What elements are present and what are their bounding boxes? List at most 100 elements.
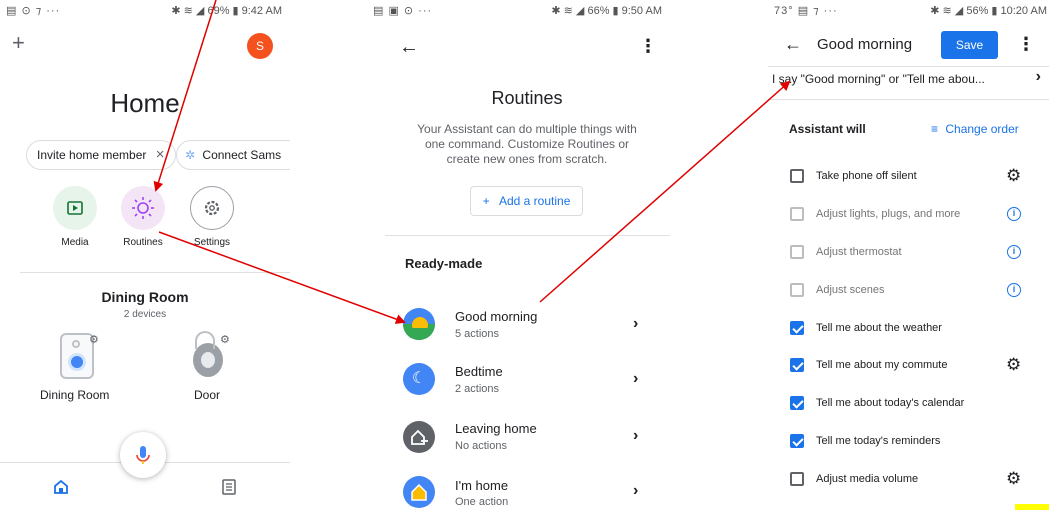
home-tab-icon[interactable] [52,478,70,501]
gear-icon: ⚙ [220,334,230,346]
checkbox[interactable] [790,358,804,372]
checkbox[interactable] [790,472,804,486]
routine-title: Good morning [455,309,538,324]
connect-samsung-chip[interactable]: ✲ Connect Sams [176,140,290,170]
gear-icon[interactable]: ⚙ [1006,167,1021,184]
status-left: ▤ ⊙ ⁊ ··· [6,5,61,17]
save-label: Save [955,38,984,52]
speaker-grill [68,353,86,371]
action-label: Tell me today's reminders [816,435,941,447]
checkbox[interactable] [790,169,804,183]
checkbox[interactable] [790,207,804,221]
divider [20,272,290,273]
action-label: Tell me about my commute [816,359,948,371]
info-icon[interactable]: i [1007,207,1021,221]
trigger-row[interactable]: I say "Good morning" or "Tell me abou...… [772,68,1047,90]
divider [768,66,1049,67]
status-bar: ▤ ⊙ ⁊ ··· ✱ ≋ ◢ 69% ▮ 9:42 AM [0,0,290,22]
change-order-label: Change order [945,122,1019,136]
settings-shortcut-button[interactable] [190,186,234,230]
page-title: Home [110,88,180,118]
home-arrive-icon [403,476,435,508]
routine-subtitle: 5 actions [455,328,500,340]
back-arrow-icon[interactable]: ← [399,36,419,59]
chevron-right-icon: › [633,370,639,387]
leaving-home-icon [403,421,435,453]
checkbox[interactable] [790,396,804,410]
routines-screen: ▤ ▣ ⊙ ··· ✱ ≋ ◢ 66% ▮ 9:50 AM ← ⋮ Routin… [367,0,670,510]
close-icon[interactable]: × [156,146,165,163]
add-routine-button[interactable]: + Add a routine [470,186,583,216]
add-routine-label: Add a routine [498,194,571,208]
chevron-right-icon: › [1035,68,1041,85]
checkbox[interactable] [790,283,804,297]
good-morning-routine-screen: 73° ▤ ⁊ ··· ✱ ≋ ◢ 56% ▮ 10:20 AM ← Good … [768,0,1049,510]
media-label: Media [61,237,89,248]
routines-description: Your Assistant can do multiple things wi… [417,122,637,166]
trigger-text: I say "Good morning" or "Tell me abou... [772,72,985,86]
change-order-button[interactable]: ≡ Change order [931,122,1019,136]
avatar[interactable]: S [247,33,273,59]
info-icon[interactable]: i [1007,245,1021,259]
checkbox[interactable] [790,321,804,335]
speaker-top-dot [72,340,80,348]
add-icon[interactable]: + [12,30,25,56]
chevron-right-icon: › [633,427,639,444]
lock-shackle [195,331,215,349]
page-title: Routines [491,88,563,108]
invite-home-member-chip[interactable]: Invite home member × [26,140,176,170]
checkbox[interactable] [790,245,804,259]
gear-icon [204,200,220,216]
action-label: Adjust lights, plugs, and more [816,208,961,220]
home-screen: ▤ ⊙ ⁊ ··· ✱ ≋ ◢ 69% ▮ 9:42 AM + S Home I… [0,0,290,510]
settings-label: Settings [193,237,231,248]
save-button[interactable]: Save [941,31,998,59]
mic-button[interactable] [120,432,166,478]
action-label: Tell me about today's calendar [816,397,965,409]
routine-title: Bedtime [455,364,503,379]
status-right: ✱ ≋ ◢ 56% ▮ 10:20 AM [930,5,1047,17]
more-vert-icon[interactable]: ⋮ [639,36,657,57]
checkbox[interactable] [790,434,804,448]
routine-subtitle: One action [455,496,509,508]
status-bar: ▤ ▣ ⊙ ··· ✱ ≋ ◢ 66% ▮ 9:50 AM [367,0,670,22]
divider [768,99,1049,100]
chevron-right-icon: › [633,315,639,332]
reorder-icon: ≡ [931,122,939,136]
routine-subtitle: No actions [455,440,507,452]
device-label-door: Door [194,388,221,402]
more-vert-icon[interactable]: ⋮ [1017,34,1035,55]
action-label: Adjust scenes [816,284,885,296]
back-arrow-icon[interactable]: ← [784,34,802,55]
device-label-dining-room: Dining Room [40,388,110,402]
routines-label: Routines [123,237,163,248]
assistant-will-label: Assistant will [789,122,866,136]
status-right: ✱ ≋ ◢ 66% ▮ 9:50 AM [551,5,662,17]
status-right: ✱ ≋ ◢ 69% ▮ 9:42 AM [171,5,282,17]
avatar-letter: S [255,39,264,53]
plus-icon: + [482,194,490,208]
info-icon[interactable]: i [1007,283,1021,297]
routines-shortcut-button[interactable] [121,186,165,230]
highlight-marker [1015,504,1049,510]
status-bar: 73° ▤ ⁊ ··· ✱ ≋ ◢ 56% ▮ 10:20 AM [768,0,1049,22]
action-label: Adjust media volume [816,473,919,485]
action-label: Adjust thermostat [816,246,902,258]
room-subtitle: 2 devices [123,309,167,320]
chevron-right-icon: › [633,482,639,499]
sun-icon [132,197,154,219]
action-label: Tell me about the weather [816,322,942,334]
media-shortcut-button[interactable] [53,186,97,230]
feed-tab-icon[interactable] [220,478,238,501]
action-label: Take phone off silent [816,170,917,182]
divider [385,235,670,236]
gear-icon[interactable]: ⚙ [1006,470,1021,487]
star-icon: ✲ [185,148,196,162]
routine-title: Good morning [817,36,913,53]
status-left: 73° ▤ ⁊ ··· [774,5,838,17]
routine-title: I'm home [455,478,509,493]
chip-invite-label: Invite home member [37,148,147,162]
moon-icon: ☾ [403,363,435,395]
gear-icon[interactable]: ⚙ [1006,356,1021,373]
status-left: ▤ ▣ ⊙ ··· [373,5,433,17]
